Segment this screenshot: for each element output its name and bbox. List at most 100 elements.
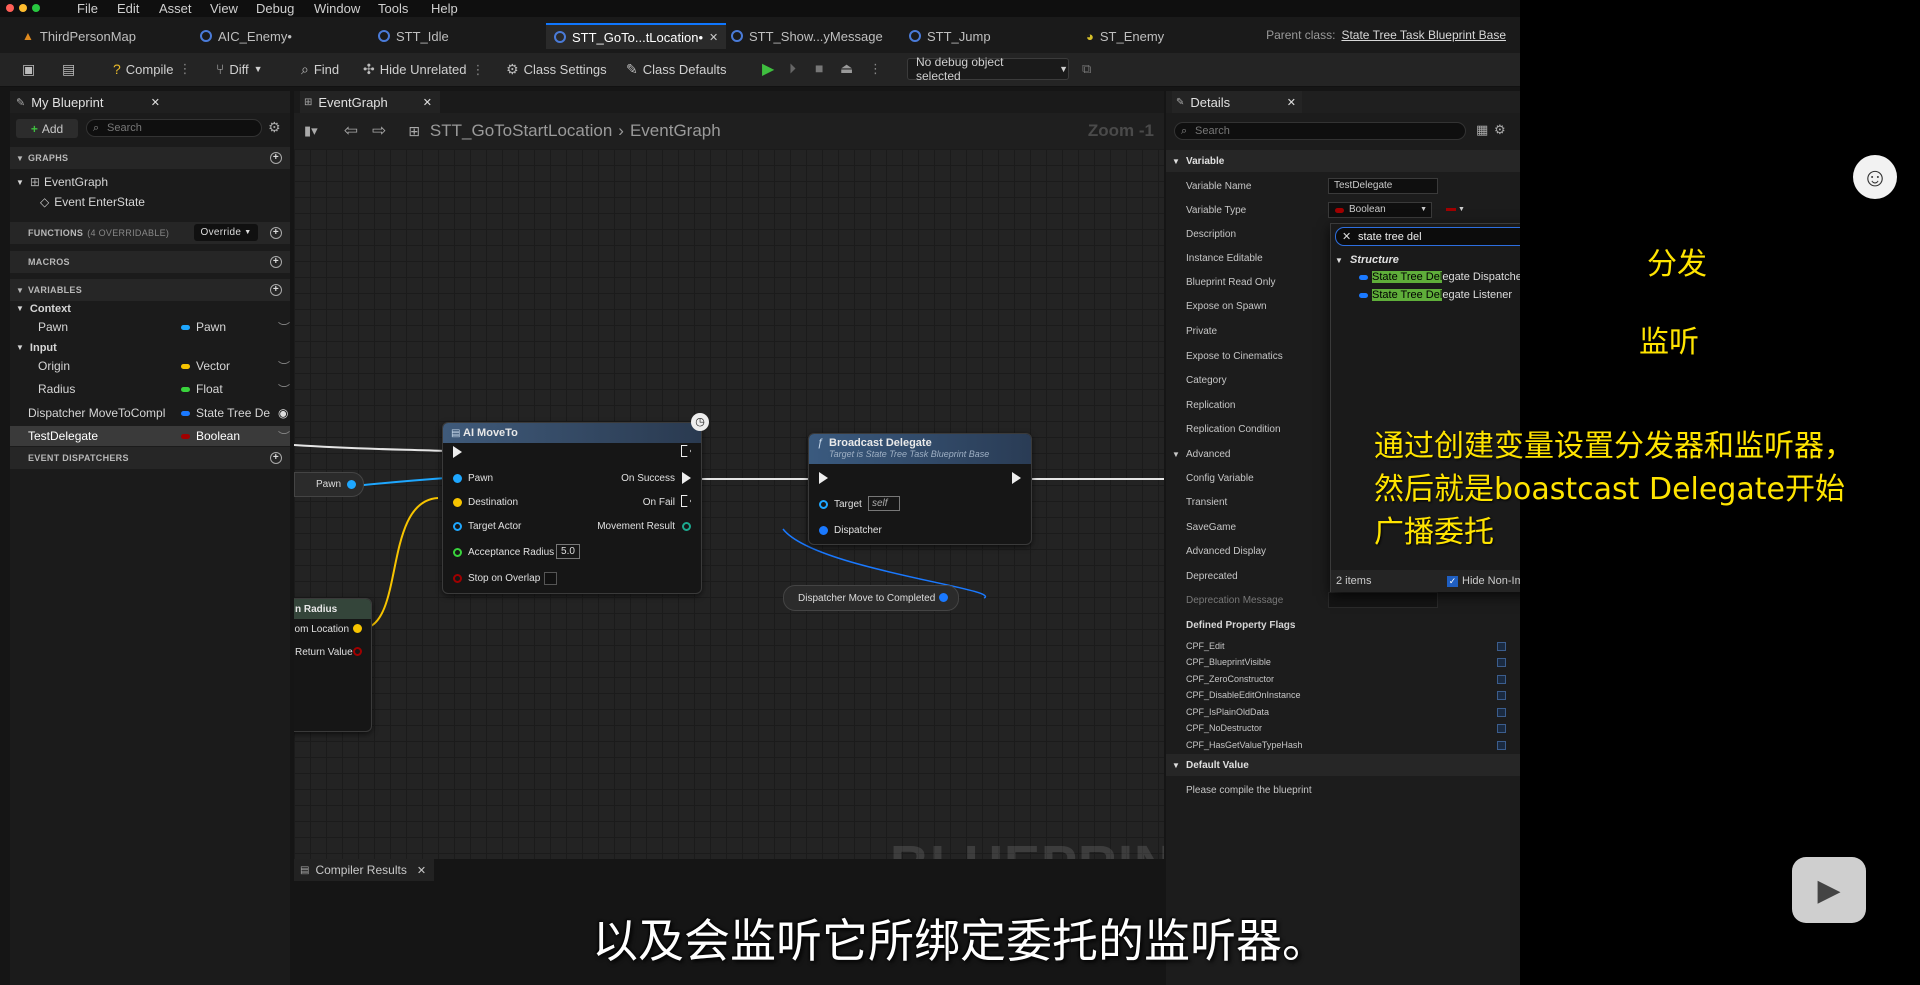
compiler-results-tab[interactable]: ▤ Compiler Results ✕ bbox=[294, 859, 434, 881]
eventgraph-tab[interactable]: ⊞ EventGraph ✕ bbox=[300, 91, 440, 113]
tab-stt-jump[interactable]: STT_Jump bbox=[909, 23, 991, 49]
compile-button[interactable]: ? Compile ⋮ bbox=[113, 61, 191, 77]
visibility-closed-icon[interactable]: ︶ bbox=[278, 381, 290, 398]
exec-out-pin[interactable] bbox=[1012, 472, 1021, 484]
tab-stt-gotostartlocation[interactable]: STT_GoTo...tLocation• ✕ bbox=[546, 23, 727, 49]
menu-tools[interactable]: Tools bbox=[378, 1, 408, 16]
tab-stt-idle[interactable]: STT_Idle bbox=[378, 23, 449, 49]
acceptance-radius-input[interactable]: 5.0 bbox=[556, 544, 580, 559]
override-dropdown[interactable]: Override ▼ bbox=[194, 224, 258, 241]
gear-icon[interactable]: ⚙ bbox=[1494, 122, 1506, 138]
variable-row-selected[interactable]: TestDelegate Boolean ︶ bbox=[10, 426, 290, 446]
menu-file[interactable]: File bbox=[77, 1, 98, 16]
gear-icon[interactable]: ⚙ bbox=[268, 119, 281, 136]
add-graph-icon[interactable]: + bbox=[270, 152, 282, 164]
exec-in-pin[interactable] bbox=[453, 446, 462, 458]
tab-stt-showmessage[interactable]: STT_Show...yMessage bbox=[731, 23, 883, 49]
type-option-listener[interactable]: State Tree Del egate Listener bbox=[1359, 289, 1512, 301]
hide-non-imported-toggle[interactable]: ✓ Hide Non-Imported Types bbox=[1447, 575, 1520, 587]
destination-pin[interactable] bbox=[453, 498, 462, 507]
menu-debug[interactable]: Debug bbox=[256, 1, 294, 16]
blueprint-search-input[interactable]: ⌕ Search bbox=[86, 119, 262, 137]
menu-window[interactable]: Window bbox=[314, 1, 360, 16]
variable-row[interactable]: Dispatcher MoveToCompl State Tree Del ◉ bbox=[10, 403, 290, 423]
stop-on-overlap-checkbox[interactable] bbox=[544, 572, 557, 585]
close-tab-icon[interactable]: ✕ bbox=[151, 96, 160, 109]
add-dispatcher-icon[interactable]: + bbox=[270, 452, 282, 464]
dispatcher-getter-node[interactable]: Dispatcher Move to Completed bbox=[783, 585, 959, 611]
variable-type-dropdown[interactable]: Boolean ▼ bbox=[1328, 202, 1432, 218]
debug-object-dropdown[interactable]: No debug object selected ▼ bbox=[907, 55, 1069, 83]
table-view-icon[interactable]: ▦ bbox=[1476, 122, 1488, 138]
step-icon[interactable]: ⏵ bbox=[789, 60, 796, 77]
breadcrumb-root[interactable]: STT_GoToStartLocation bbox=[430, 121, 612, 141]
broadcast-delegate-node[interactable]: ƒ Broadcast Delegate Target is State Tre… bbox=[808, 433, 1032, 545]
functions-section[interactable]: FUNCTIONS (4 OVERRIDABLE) Override ▼ + bbox=[10, 222, 290, 244]
eye-icon[interactable]: ◉ bbox=[278, 406, 288, 420]
breadcrumb-leaf[interactable]: EventGraph bbox=[630, 121, 721, 141]
random-point-node[interactable]: n Radius dom Location Return Value bbox=[294, 598, 372, 732]
details-tab[interactable]: ✎ Details ✕ bbox=[1172, 91, 1302, 113]
close-window-icon[interactable] bbox=[6, 4, 14, 12]
add-variable-icon[interactable]: + bbox=[270, 284, 282, 296]
my-blueprint-tab[interactable]: ✎ My Blueprint ✕ bbox=[10, 91, 290, 113]
category-context[interactable]: ▼ Context bbox=[10, 300, 290, 317]
on-fail-pin[interactable] bbox=[681, 495, 691, 507]
target-self-field[interactable]: self bbox=[868, 496, 900, 511]
parent-class-link[interactable]: State Tree Task Blueprint Base bbox=[1341, 28, 1506, 42]
on-success-pin[interactable] bbox=[682, 472, 691, 484]
maximize-window-icon[interactable] bbox=[32, 4, 40, 12]
graph-canvas[interactable]: Pawn n Radius dom Location Return Value … bbox=[294, 149, 1164, 895]
forward-arrow-icon[interactable]: ⇨ bbox=[372, 121, 386, 141]
back-arrow-icon[interactable]: ⇦ bbox=[344, 121, 358, 141]
details-search-input[interactable]: ⌕ Search bbox=[1174, 122, 1466, 140]
minimize-window-icon[interactable] bbox=[19, 4, 27, 12]
pawn-getter-node[interactable]: Pawn bbox=[294, 472, 364, 497]
location-out-pin[interactable] bbox=[353, 624, 362, 633]
dispatcher-out-pin[interactable] bbox=[939, 593, 948, 602]
close-tab-icon[interactable]: ✕ bbox=[417, 864, 426, 877]
variables-section[interactable]: ▼ VARIABLES + bbox=[10, 279, 290, 301]
target-pin[interactable] bbox=[819, 500, 828, 509]
variable-row[interactable]: Origin Vector ︶ bbox=[10, 356, 290, 376]
graphs-section[interactable]: ▼ GRAPHS + bbox=[10, 147, 290, 169]
variable-name-input[interactable]: TestDelegate bbox=[1328, 178, 1438, 194]
add-button[interactable]: + Add bbox=[16, 119, 78, 138]
add-function-icon[interactable]: + bbox=[270, 227, 282, 239]
clear-search-icon[interactable]: ✕ bbox=[1342, 230, 1351, 243]
tree-item-event-enterstate[interactable]: ◇ Event EnterState bbox=[10, 192, 290, 212]
macros-section[interactable]: MACROS + bbox=[10, 251, 290, 273]
dispatcher-pin[interactable] bbox=[819, 526, 828, 535]
stop-on-overlap-pin[interactable] bbox=[453, 574, 462, 583]
browse-icon[interactable]: ▤ bbox=[62, 61, 75, 78]
bookmark-icon[interactable]: ▮▾ bbox=[304, 123, 318, 139]
diff-button[interactable]: ⑂ Diff ▼ bbox=[216, 61, 263, 77]
avatar[interactable]: ☺ bbox=[1853, 155, 1897, 199]
tab-thirdpersonmap[interactable]: ▲ ThirdPersonMap bbox=[22, 23, 136, 49]
find-button[interactable]: ⌕ Find bbox=[301, 61, 339, 78]
close-tab-icon[interactable]: ✕ bbox=[709, 31, 718, 44]
debug-filter-icon[interactable]: ⧉ bbox=[1082, 61, 1091, 77]
menu-view[interactable]: View bbox=[210, 1, 238, 16]
type-option-dispatcher[interactable]: State Tree Del egate Dispatcher bbox=[1359, 271, 1520, 283]
type-search-input[interactable]: ✕ state tree del bbox=[1335, 227, 1520, 246]
ai-moveto-node[interactable]: ▤ AI MoveTo ◷ Pawn Destination Target Ac… bbox=[442, 413, 709, 594]
visibility-closed-icon[interactable]: ︶ bbox=[278, 358, 290, 375]
play-icon[interactable]: ▶ bbox=[762, 59, 774, 79]
tab-st-enemy[interactable]: ◕ ST_Enemy bbox=[1086, 23, 1164, 49]
menu-edit[interactable]: Edit bbox=[117, 1, 139, 16]
movement-result-pin[interactable] bbox=[682, 522, 691, 531]
acceptance-radius-pin[interactable] bbox=[453, 548, 462, 557]
target-actor-pin[interactable] bbox=[453, 522, 462, 531]
menu-asset[interactable]: Asset bbox=[159, 1, 192, 16]
close-tab-icon[interactable]: ✕ bbox=[1287, 96, 1296, 109]
variable-category[interactable]: ▼ Variable bbox=[1166, 150, 1520, 172]
close-tab-icon[interactable]: ✕ bbox=[423, 96, 432, 109]
category-structure[interactable]: ▼ Structure bbox=[1335, 254, 1399, 266]
tab-aic-enemy[interactable]: AIC_Enemy• bbox=[200, 23, 292, 49]
exec-in-pin[interactable] bbox=[819, 472, 828, 484]
default-value-category[interactable]: ▼ Default Value bbox=[1166, 754, 1520, 776]
pawn-out-pin[interactable] bbox=[347, 480, 356, 489]
eject-icon[interactable]: ⏏ bbox=[840, 60, 853, 77]
add-macro-icon[interactable]: + bbox=[270, 256, 282, 268]
